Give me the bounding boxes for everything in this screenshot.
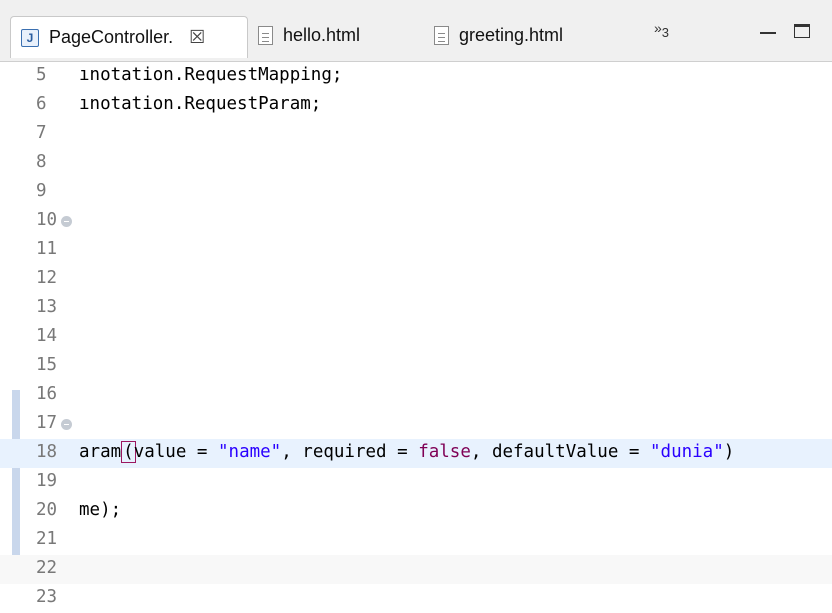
code-line[interactable]: 6 ınotation.RequestParam; (0, 91, 832, 120)
code-text: ınotation.RequestMapping; (79, 65, 343, 85)
html-file-icon (434, 25, 449, 45)
line-number: 22 (36, 558, 58, 578)
code-line[interactable]: 18 aram (value = "name", required = false,… (0, 439, 832, 468)
code-text: me); (79, 500, 122, 520)
code-token: "dunia" (650, 442, 724, 462)
chevron-icon: » (654, 20, 662, 36)
line-number: 10 (36, 210, 58, 230)
code-text: aram (value = "name", required = false, d… (79, 441, 735, 463)
line-number: 9 (36, 181, 47, 201)
line-number: 20 (36, 500, 58, 520)
code-line[interactable]: 13 (0, 294, 832, 323)
line-number: 21 (36, 529, 58, 549)
java-file-icon: J (21, 28, 39, 47)
code-line[interactable]: 5 ınotation.RequestMapping; (0, 62, 832, 91)
fold-toggle-icon[interactable] (61, 419, 72, 430)
minimize-button[interactable] (760, 24, 776, 34)
tab-hello-html[interactable]: hello.html (258, 20, 360, 50)
code-line[interactable]: 11 (0, 236, 832, 265)
code-text: ınotation.RequestParam; (79, 94, 322, 114)
code-line[interactable]: 10 (0, 207, 832, 236)
tab-label: hello.html (283, 24, 361, 45)
line-number: 11 (36, 239, 58, 259)
line-number: 8 (36, 152, 47, 172)
code-token: , defaultValue = (470, 442, 650, 462)
line-number: 23 (36, 587, 58, 607)
tab-pagecontroller[interactable]: J PageController. ☒ (10, 16, 248, 58)
tab-label: greeting.html (459, 24, 564, 45)
code-line[interactable]: 17 (0, 410, 832, 439)
line-number: 18 (36, 442, 58, 462)
code-line[interactable]: 21 (0, 526, 832, 555)
code-editor[interactable]: 5 ınotation.RequestMapping; 6 ınotation.Req… (0, 62, 832, 607)
code-line[interactable]: 16 (0, 381, 832, 410)
line-number: 12 (36, 268, 58, 288)
line-number: 5 (36, 65, 47, 85)
overflow-count: 3 (661, 24, 670, 40)
line-number: 6 (36, 94, 47, 114)
code-token: false (418, 442, 471, 462)
code-token: , required = (281, 442, 419, 462)
tab-overflow-button[interactable]: »3 (654, 20, 669, 40)
html-file-icon (258, 25, 273, 45)
code-token: aram (79, 442, 122, 462)
tab-greeting-html[interactable]: greeting.html (434, 20, 563, 50)
code-line[interactable]: 20 me); (0, 497, 832, 526)
line-number: 14 (36, 326, 58, 346)
code-token: value = (133, 442, 218, 462)
line-number: 7 (36, 123, 47, 143)
line-number: 16 (36, 384, 58, 404)
line-number: 13 (36, 297, 58, 317)
code-line[interactable]: 14 (0, 323, 832, 352)
code-token: "name" (218, 442, 282, 462)
code-line[interactable]: 7 (0, 120, 832, 149)
line-number: 15 (36, 355, 58, 375)
code-line[interactable]: 23 (0, 584, 832, 613)
maximize-button[interactable] (794, 24, 810, 38)
code-line[interactable]: 8 (0, 149, 832, 178)
code-line[interactable]: 15 (0, 352, 832, 381)
close-icon[interactable]: ☒ (189, 27, 205, 48)
code-line[interactable]: 12 (0, 265, 832, 294)
line-number: 17 (36, 413, 58, 433)
code-line[interactable]: 19 (0, 468, 832, 497)
tab-label: PageController. (49, 27, 174, 47)
code-line[interactable]: 9 (0, 178, 832, 207)
editor-tab-bar: J PageController. ☒ hello.html greeting.… (0, 0, 832, 62)
fold-toggle-icon[interactable] (61, 216, 72, 227)
code-token: ) (723, 442, 735, 462)
line-number: 19 (36, 471, 58, 491)
